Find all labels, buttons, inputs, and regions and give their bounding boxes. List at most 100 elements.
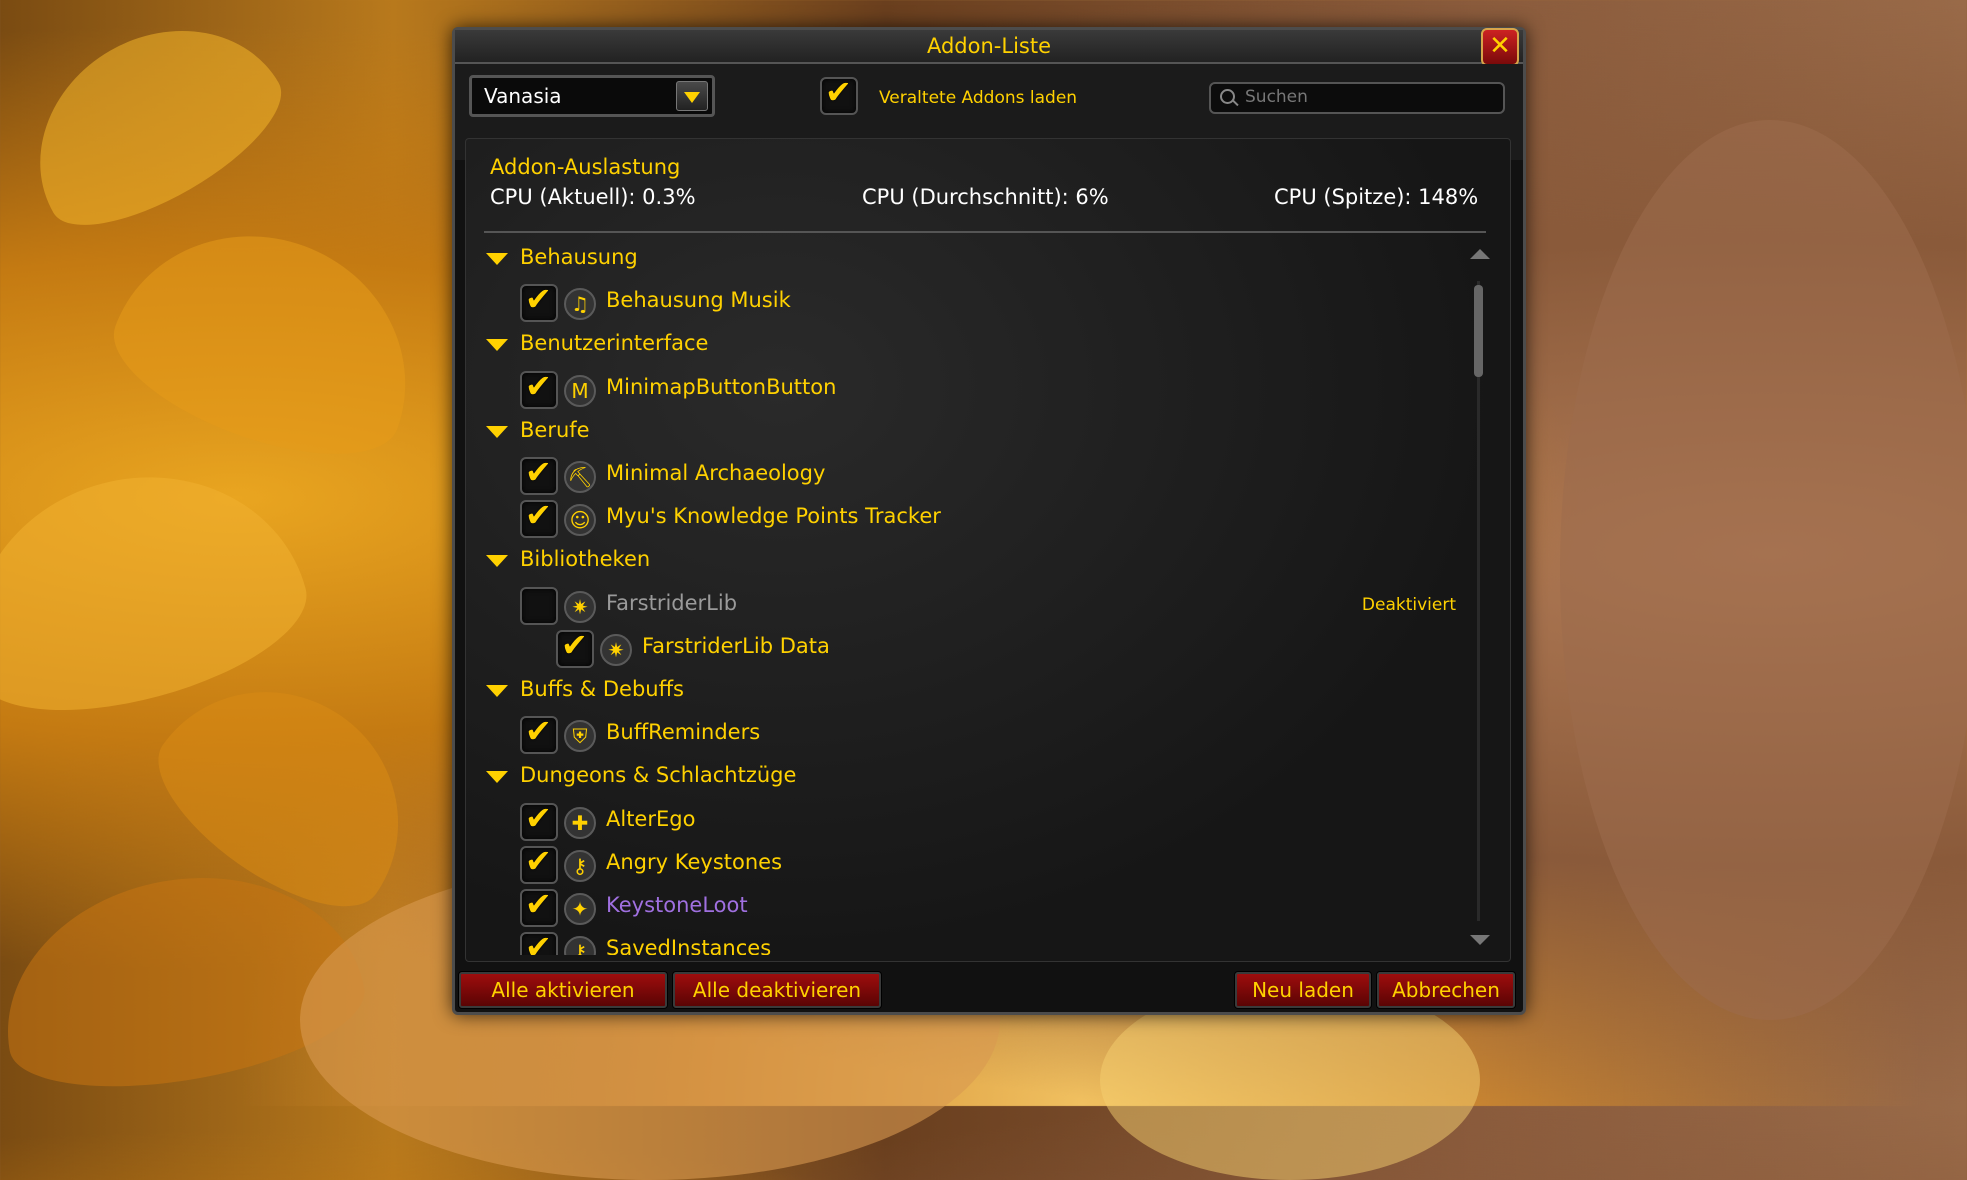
addon-checkbox[interactable]: ✔ (520, 799, 558, 841)
search-placeholder: Suchen (1245, 87, 1308, 107)
addon-label: FarstriderLib Data (642, 633, 830, 658)
category-header[interactable]: Dungeons & Schlachtzüge (466, 759, 1466, 799)
category-header[interactable]: Bibliotheken (466, 543, 1466, 583)
addon-checkbox[interactable]: ✔ (520, 496, 558, 539)
addon-checkbox[interactable] (520, 586, 558, 625)
checkmark-icon: ✔ (525, 496, 552, 535)
addon-checkbox[interactable]: ✔ (520, 712, 558, 755)
addon-checkbox[interactable]: ✔ (520, 928, 558, 955)
collapse-arrow-icon[interactable] (486, 771, 508, 784)
checkmark-icon: ✔ (525, 885, 552, 923)
checkmark-icon: ✔ (525, 841, 552, 880)
category-label: Dungeons & Schlachtzüge (520, 763, 797, 788)
cpu-current: CPU (Aktuell): 0.3% (490, 185, 696, 209)
category-label: Benutzerinterface (520, 331, 709, 356)
category-header[interactable]: Buffs & Debuffs (466, 673, 1466, 713)
cpu-usage-title: Addon-Auslastung (490, 155, 681, 179)
scroll-up-icon[interactable] (1470, 249, 1490, 259)
addon-label: Angry Keystones (606, 849, 783, 874)
category-header[interactable]: Behausung (466, 241, 1466, 281)
checkmark-icon: ✔ (525, 280, 552, 319)
addon-row[interactable]: ✔ M MinimapButtonButton (466, 367, 1466, 411)
category-label: Berufe (520, 417, 590, 442)
checkmark-icon: ✔ (525, 798, 552, 837)
window-title: Addon-Liste (926, 34, 1052, 58)
load-outdated-label: Veraltete Addons laden (879, 88, 1078, 108)
addon-row[interactable]: ✔ ⛏ Minimal Archaeology (466, 453, 1466, 497)
addon-label: Myu's Knowledge Points Tracker (606, 504, 941, 529)
category-label: Buffs & Debuffs (520, 677, 684, 701)
addon-list: Behausung ✔ ♫ Behausung Musik Benutzerinterf… (466, 237, 1466, 955)
addon-row[interactable]: ✔ ⛨ BuffReminders (466, 712, 1466, 756)
collapse-arrow-icon[interactable] (486, 555, 508, 568)
collapse-arrow-icon[interactable] (486, 253, 508, 265)
addon-checkbox[interactable]: ✔ (520, 453, 558, 495)
addon-row[interactable]: ✔ ✷ FarstriderLib Data (466, 626, 1466, 670)
addon-status: Deaktiviert (1361, 594, 1456, 615)
addon-row[interactable]: ✔ ⚷ SavedInstances (466, 928, 1466, 955)
character-dropdown[interactable]: Vanasia (469, 75, 715, 117)
addon-label: Behausung Musik (606, 288, 791, 313)
checkmark-icon: ✔ (561, 625, 588, 664)
addon-list-content: Addon-Auslastung CPU (Aktuell): 0.3% CPU… (465, 138, 1511, 962)
category-header[interactable]: Berufe (466, 414, 1466, 454)
enable-all-button[interactable]: Alle aktivieren (459, 972, 667, 1008)
addon-label: BuffReminders (606, 720, 761, 745)
cpu-average: CPU (Durchschnitt): 6% (862, 185, 1109, 209)
search-input[interactable]: Suchen (1209, 82, 1505, 114)
addon-label: Minimal Archaeology (606, 461, 826, 485)
addon-list-window: Addon-Liste ✕ Vanasia ✔ Veraltete Addons… (452, 27, 1526, 1015)
title-bar: Addon-Liste ✕ (455, 28, 1523, 66)
collapse-arrow-icon[interactable] (486, 685, 508, 697)
addon-row[interactable]: ✔ ✦ KeystoneLoot (466, 885, 1466, 929)
scrollbar[interactable] (1468, 249, 1490, 949)
music-note-icon: ♫ (564, 288, 596, 321)
goblin-icon: ☺ (564, 504, 596, 537)
category-header[interactable]: Benutzerinterface (466, 327, 1466, 367)
chevron-down-icon[interactable] (676, 81, 708, 111)
load-outdated-checkbox[interactable]: ✔ (820, 73, 858, 115)
addon-row[interactable]: ✔ ✚ AlterEgo (466, 799, 1466, 843)
reload-button[interactable]: Neu laden (1235, 972, 1371, 1008)
addon-label: SavedInstances (606, 936, 772, 955)
category-label: Behausung (520, 245, 638, 269)
category-label: Bibliotheken (520, 547, 651, 572)
checkmark-icon: ✔ (525, 928, 552, 955)
checkmark-icon: ✔ (525, 712, 552, 751)
addon-label: MinimapButtonButton (606, 374, 837, 399)
addon-row[interactable]: ✔ ♫ Behausung Musik (466, 280, 1466, 324)
key-icon: ⚷ (564, 849, 596, 882)
collapse-arrow-icon[interactable] (486, 425, 508, 438)
close-icon: ✕ (1489, 31, 1511, 61)
addon-row[interactable]: ✷ FarstriderLib Deaktiviert (466, 586, 1466, 627)
farstrider-emblem-icon: ✷ (600, 633, 632, 666)
trowel-icon: ⛏ (564, 461, 596, 493)
checkmark-icon: ✔ (825, 73, 852, 111)
addon-row[interactable]: ✔ ☺ Myu's Knowledge Points Tracker (466, 496, 1466, 540)
cpu-peak: CPU (Spitze): 148% (1274, 185, 1479, 209)
addon-row[interactable]: ✔ ⚷ Angry Keystones (466, 842, 1466, 886)
addon-checkbox[interactable]: ✔ (520, 842, 558, 884)
cancel-button[interactable]: Abbrechen (1377, 972, 1515, 1008)
search-icon (1220, 89, 1235, 104)
divider (484, 231, 1486, 233)
checkmark-icon: ✔ (525, 366, 552, 405)
checkmark-icon: ✔ (525, 453, 552, 491)
addon-checkbox[interactable]: ✔ (520, 885, 558, 927)
close-button[interactable]: ✕ (1481, 28, 1519, 66)
farstrider-emblem-icon: ✷ (564, 590, 596, 623)
addon-label: FarstriderLib (606, 590, 738, 615)
addon-checkbox[interactable]: ✔ (520, 367, 558, 409)
scroll-track[interactable] (1477, 281, 1480, 921)
character-dropdown-value: Vanasia (484, 84, 562, 108)
scroll-thumb[interactable] (1474, 285, 1483, 377)
addon-checkbox[interactable]: ✔ (520, 280, 558, 323)
loot-icon: ✦ (564, 893, 596, 925)
plus-icon: ✚ (564, 806, 596, 839)
addon-label: KeystoneLoot (606, 893, 748, 917)
collapse-arrow-icon[interactable] (486, 339, 508, 352)
addon-checkbox[interactable]: ✔ (556, 626, 594, 668)
disable-all-button[interactable]: Alle deaktivieren (673, 972, 881, 1008)
scroll-down-icon[interactable] (1470, 935, 1490, 945)
addon-label: AlterEgo (606, 806, 696, 831)
